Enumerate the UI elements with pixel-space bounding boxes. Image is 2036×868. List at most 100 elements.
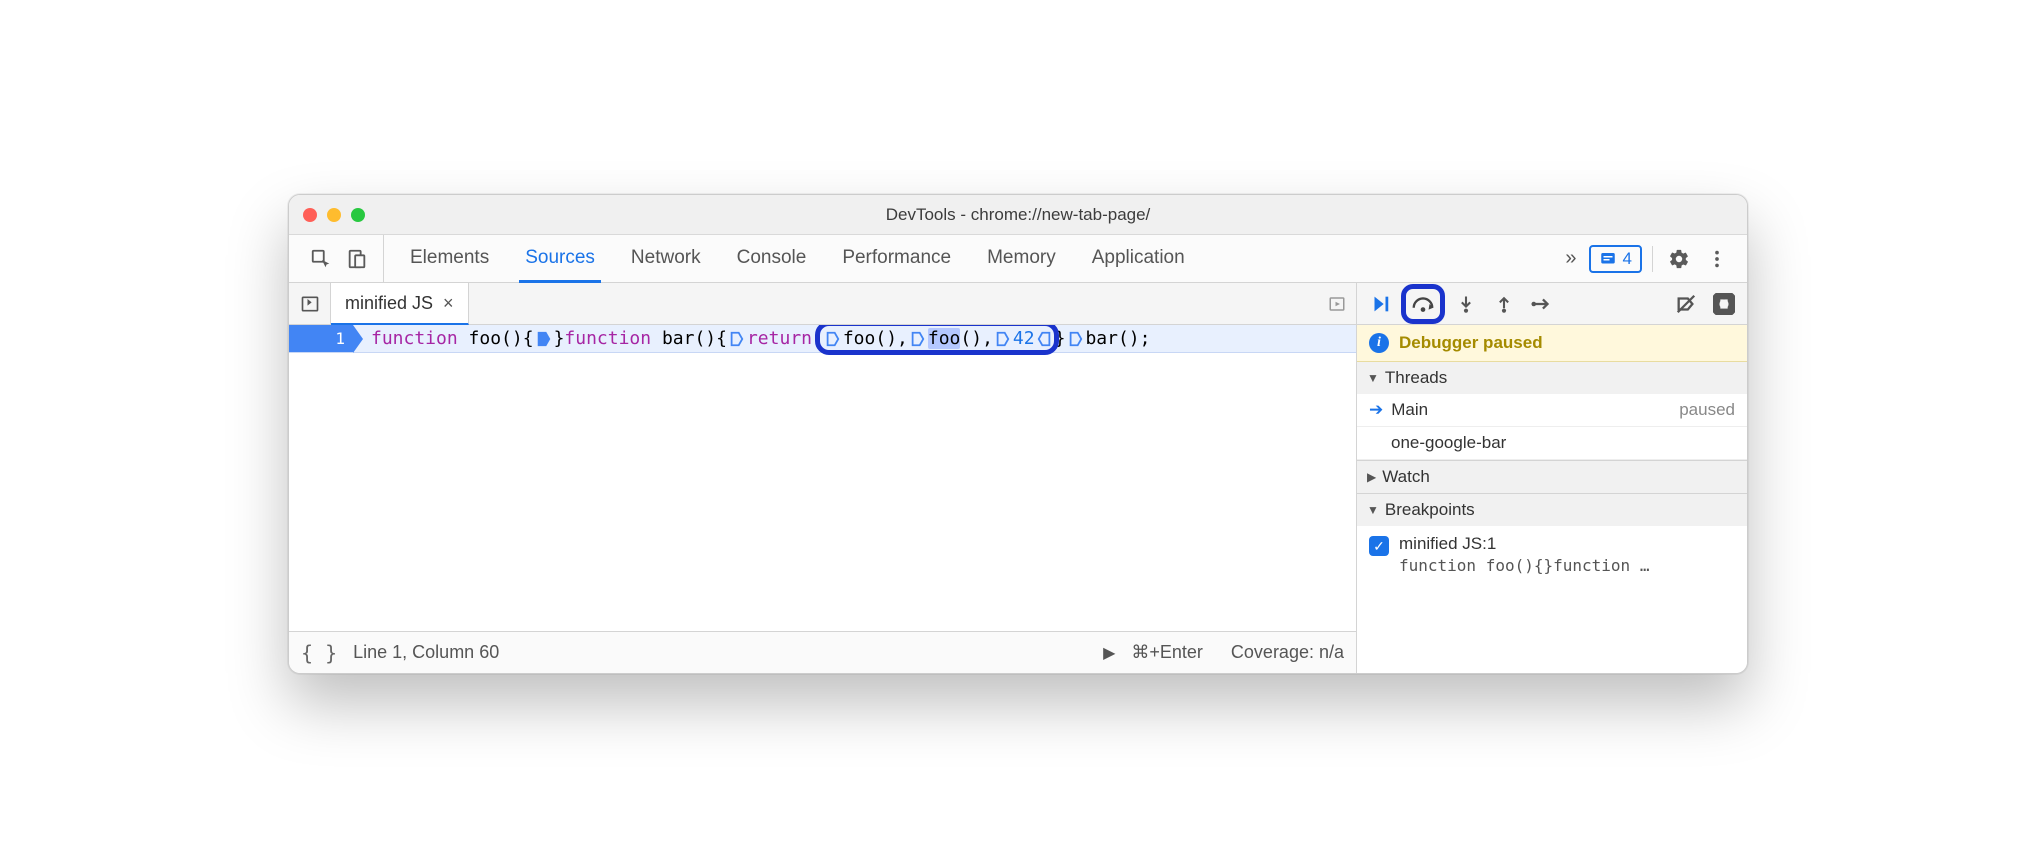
tab-sources[interactable]: Sources: [519, 235, 601, 283]
code-token: }: [1055, 328, 1066, 349]
inspect-element-icon[interactable]: [305, 243, 337, 275]
issues-icon: [1599, 250, 1617, 268]
step-over-button[interactable]: [1401, 284, 1445, 324]
thread-row-worker[interactable]: one-google-bar: [1357, 427, 1747, 460]
step-button[interactable]: [1525, 287, 1559, 321]
close-window-icon[interactable]: [303, 208, 317, 222]
pause-on-exceptions-button[interactable]: [1707, 287, 1741, 321]
code-token: 42: [1013, 328, 1035, 349]
zoom-window-icon[interactable]: [351, 208, 365, 222]
code-token: foo(),: [843, 328, 908, 349]
disclosure-triangle-icon: ▼: [1367, 371, 1379, 385]
section-header-watch[interactable]: ▶ Watch: [1357, 461, 1747, 493]
tab-memory[interactable]: Memory: [981, 235, 1062, 283]
inline-breakpoint-marker-icon[interactable]: [729, 331, 745, 347]
code-token: [812, 328, 823, 349]
code-token: (),: [960, 328, 993, 349]
step-out-button[interactable]: [1487, 287, 1521, 321]
debugger-status-text: Debugger paused: [1399, 333, 1543, 353]
pretty-print-button[interactable]: { }: [301, 641, 337, 665]
file-tab-label: minified JS: [345, 293, 433, 314]
run-shortcut: ⌘+Enter: [1131, 642, 1203, 663]
inline-breakpoint-marker-icon[interactable]: [825, 331, 841, 347]
deactivate-breakpoints-button[interactable]: [1669, 287, 1703, 321]
content-split: minified JS × 1 function foo(){}function…: [289, 283, 1747, 673]
run-snippet-icon[interactable]: [1328, 295, 1346, 313]
coverage-status: Coverage: n/a: [1231, 642, 1344, 663]
inline-breakpoint-marker-icon[interactable]: [1037, 331, 1053, 347]
breakpoint-code-preview: function foo(){}function …: [1399, 556, 1649, 575]
debugger-pane: i Debugger paused ▼ Threads ➔ Main pause…: [1357, 283, 1747, 673]
code-token: bar(){: [651, 328, 727, 349]
cursor-position: Line 1, Column 60: [353, 642, 499, 663]
breakpoint-label: minified JS:1: [1399, 534, 1649, 554]
editor-statusbar: { } Line 1, Column 60 ▶ ⌘+Enter Coverage…: [289, 631, 1356, 673]
traffic-lights: [303, 208, 365, 222]
code-token: function: [564, 328, 651, 349]
code-token: bar();: [1085, 328, 1150, 349]
main-toolbar: Elements Sources Network Console Perform…: [289, 235, 1747, 283]
inline-breakpoint-marker-icon[interactable]: [1067, 331, 1083, 347]
thread-name: one-google-bar: [1391, 433, 1506, 453]
code-token: foo(){: [458, 328, 534, 349]
section-watch: ▶ Watch: [1357, 461, 1747, 494]
section-title-watch: Watch: [1382, 467, 1430, 487]
code-token: foo: [928, 328, 961, 349]
code-token: return: [747, 328, 812, 349]
resume-button[interactable]: [1363, 287, 1397, 321]
tab-network[interactable]: Network: [625, 235, 707, 283]
inline-breakpoint-marker-icon[interactable]: [995, 331, 1011, 347]
section-threads: ▼ Threads ➔ Main paused one-google-bar: [1357, 362, 1747, 461]
disclosure-triangle-icon: ▶: [1367, 470, 1376, 484]
thread-row-main[interactable]: ➔ Main paused: [1357, 394, 1747, 427]
thread-status: paused: [1679, 400, 1735, 420]
tab-application[interactable]: Application: [1086, 235, 1191, 283]
toolbar-divider: [1652, 246, 1653, 272]
tab-console[interactable]: Console: [731, 235, 813, 283]
disclosure-triangle-icon: ▼: [1367, 503, 1379, 517]
info-icon: i: [1369, 333, 1389, 353]
debugger-status-banner: i Debugger paused: [1357, 325, 1747, 362]
section-header-threads[interactable]: ▼ Threads: [1357, 362, 1747, 394]
code-token: function: [371, 328, 458, 349]
window-title: DevTools - chrome://new-tab-page/: [289, 205, 1747, 225]
devtools-window: DevTools - chrome://new-tab-page/ Elemen…: [288, 194, 1748, 674]
file-tab-minified-js[interactable]: minified JS ×: [331, 283, 469, 325]
breakpoint-checkbox[interactable]: ✓: [1369, 536, 1389, 556]
run-icon[interactable]: ▶: [1103, 643, 1115, 663]
step-into-button[interactable]: [1449, 287, 1483, 321]
code-content[interactable]: function foo(){}function bar(){return fo…: [353, 328, 1150, 349]
inline-breakpoint-marker-icon[interactable]: [536, 331, 552, 347]
editor-pane: minified JS × 1 function foo(){}function…: [289, 283, 1357, 673]
section-title-breakpoints: Breakpoints: [1385, 500, 1475, 520]
issues-count: 4: [1623, 249, 1632, 269]
tab-performance[interactable]: Performance: [836, 235, 957, 283]
device-toolbar-icon[interactable]: [341, 243, 373, 275]
issues-badge[interactable]: 4: [1589, 245, 1642, 273]
file-tabs-overflow: [1318, 283, 1356, 324]
inline-breakpoint-marker-icon[interactable]: [910, 331, 926, 347]
toolbar-right-group: » 4: [1551, 235, 1741, 282]
line-number: 1: [335, 329, 345, 348]
breakpoint-row[interactable]: ✓ minified JS:1 function foo(){}function…: [1357, 526, 1747, 583]
code-line-1: 1 function foo(){}function bar(){return …: [289, 325, 1356, 353]
settings-icon[interactable]: [1663, 243, 1695, 275]
breakpoint-text: minified JS:1 function foo(){}function …: [1399, 534, 1649, 575]
thread-name: Main: [1391, 400, 1428, 420]
section-header-breakpoints[interactable]: ▼ Breakpoints: [1357, 494, 1747, 526]
section-breakpoints: ▼ Breakpoints ✓ minified JS:1 function f…: [1357, 494, 1747, 583]
navigator-toggle-icon[interactable]: [289, 283, 331, 324]
section-title-threads: Threads: [1385, 368, 1447, 388]
code-token: }: [554, 328, 565, 349]
line-number-gutter[interactable]: 1: [289, 325, 353, 352]
code-editor[interactable]: 1 function foo(){}function bar(){return …: [289, 325, 1356, 631]
more-tabs-icon[interactable]: »: [1559, 247, 1582, 270]
close-tab-icon[interactable]: ×: [443, 293, 454, 314]
window-titlebar: DevTools - chrome://new-tab-page/: [289, 195, 1747, 235]
debugger-toolbar: [1357, 283, 1747, 325]
toolbar-left-group: [295, 235, 384, 282]
kebab-menu-icon[interactable]: [1701, 243, 1733, 275]
minimize-window-icon[interactable]: [327, 208, 341, 222]
panel-tabs: Elements Sources Network Console Perform…: [384, 235, 1551, 282]
tab-elements[interactable]: Elements: [404, 235, 495, 283]
